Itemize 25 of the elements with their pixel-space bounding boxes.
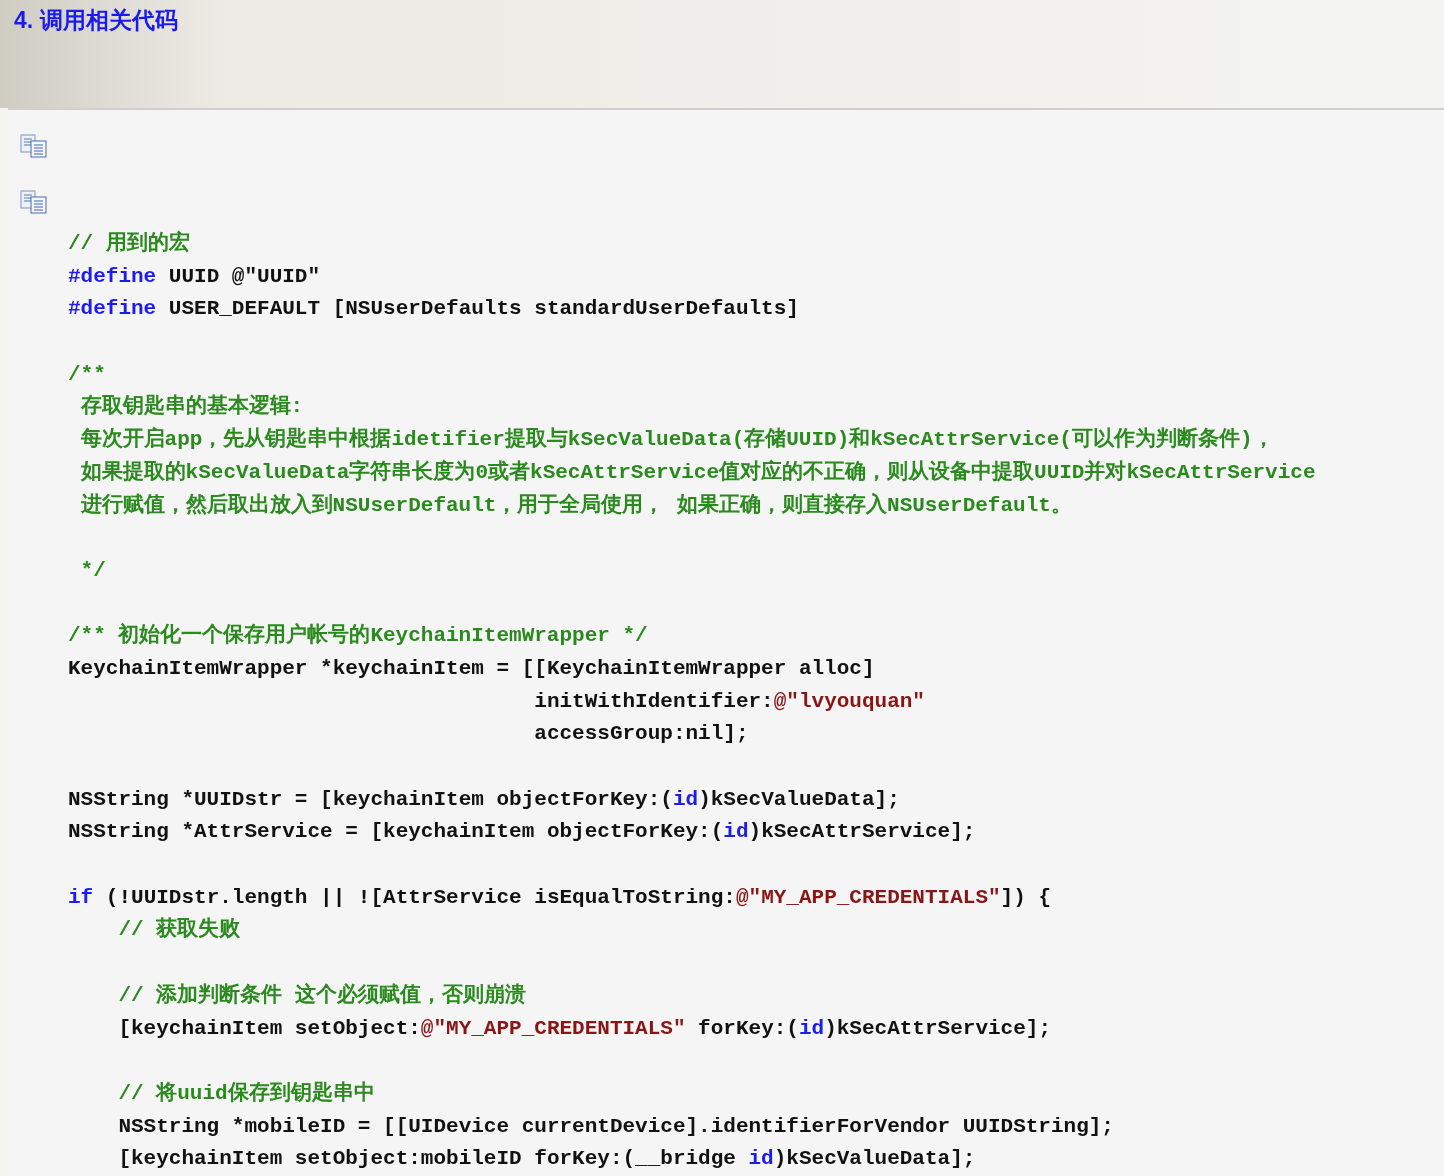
code-line: 进行赋值，然后取出放入到NSUserDefault，用于全局使用， 如果正确，则直接存入NSUserDefault。 xyxy=(79,493,1072,517)
code-line: /** xyxy=(68,362,106,386)
code-line: NSString *AttrService = [keychainItem objectForKey:(id)kSecAttrService]; xyxy=(68,820,976,844)
code-line: // 获取失败 xyxy=(117,918,241,942)
code-line: */ xyxy=(79,558,106,582)
code-line: [keychainItem setObject:mobileID forKey:(__bridge id)kSecValueData]; xyxy=(117,1147,976,1171)
code-line: #define USER_DEFAULT [NSUserDefaults standardUserDefaults] xyxy=(68,297,799,321)
code-line: [keychainItem setObject:@"MY_APP_CREDENTIALS" forKey:(id)kSecAttrService]; xyxy=(117,1016,1051,1040)
code-line: // 添加判断条件 这个必须赋值，否则崩溃 xyxy=(117,983,526,1007)
code-line: NSString *UUIDstr = [keychainItem objectForKey:(id)kSecValueData]; xyxy=(68,787,900,811)
section-heading: 4. 调用相关代码 xyxy=(14,6,178,35)
copy-icon[interactable] xyxy=(20,190,48,214)
code-line: NSString *mobileID = [[UIDevice currentDevice].identifierForVendor UUIDString]; xyxy=(117,1114,1114,1138)
code-line: /** 初始化一个保存用户帐号的KeychainItemWrapper */ xyxy=(68,624,648,648)
code-line: initWithIdentifier:@"lvyouquan" xyxy=(533,689,925,713)
code-line: #define UUID @"UUID" xyxy=(68,264,321,288)
copy-icon[interactable] xyxy=(20,134,48,158)
code-line: 存取钥匙串的基本逻辑: xyxy=(79,395,304,419)
code-line: 每次开启app，先从钥匙串中根据idetifier提取与kSecValueData(存储UUID)和kSecAttrService(可以作为判断条件)， xyxy=(79,428,1274,452)
code-line: accessGroup:nil]; xyxy=(533,722,749,746)
code-line: KeychainItemWrapper *keychainItem = [[KeychainItemWrapper alloc] xyxy=(68,656,875,680)
code-line: // 用到的宏 xyxy=(68,232,190,255)
code-line: // 将uuid保存到钥匙串中 xyxy=(117,1081,375,1105)
code-line: if (!UUIDstr.length || ![AttrService isEqualToString:@"MY_APP_CREDENTIALS"]) { xyxy=(68,885,1051,909)
code-line: 如果提取的kSecValueData字符串长度为0或者kSecAttrService值对应的不正确，则从设备中提取UUID并对kSecAttrService xyxy=(79,460,1316,484)
